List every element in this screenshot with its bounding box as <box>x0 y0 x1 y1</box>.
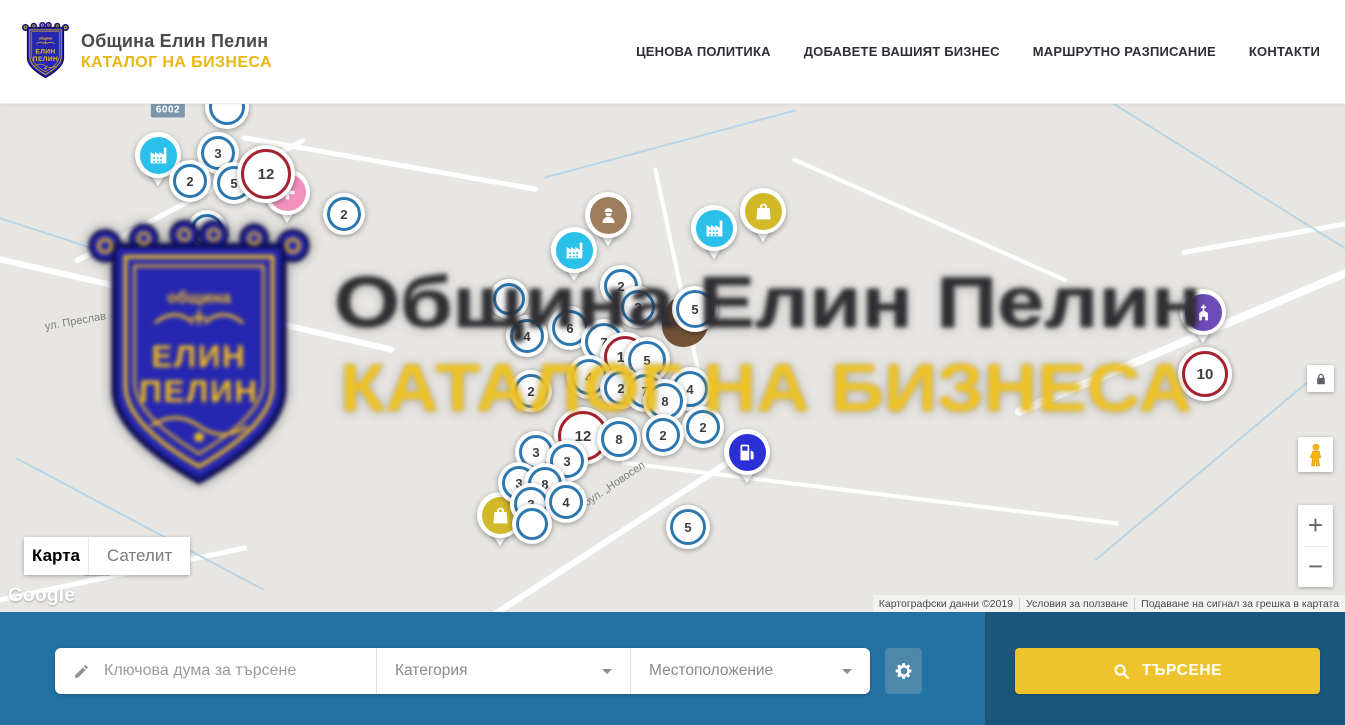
cluster-count <box>191 214 223 246</box>
cluster-marker[interactable]: 4 <box>545 481 587 523</box>
cluster-count: 3 <box>621 290 655 324</box>
main-nav: ЦЕНОВА ПОЛИТИКА ДОБАВЕТЕ ВАШИЯТ БИЗНЕС М… <box>636 0 1320 103</box>
cluster-count: 2 <box>646 418 680 452</box>
header: община ЕЛИНПЕЛИН Община Елин Пелин КАТАЛО… <box>0 0 1345 104</box>
factory-pin-marker[interactable] <box>691 205 737 271</box>
cluster-count: 2 <box>327 197 361 231</box>
cluster-marker[interactable]: 2 <box>642 414 684 456</box>
advanced-settings-button[interactable] <box>885 648 922 694</box>
cluster-marker[interactable]: 5 <box>666 505 710 549</box>
cluster-count: 5 <box>670 509 706 545</box>
gear-icon <box>894 661 914 681</box>
lock-button[interactable] <box>1307 365 1334 392</box>
cluster-count <box>209 103 245 125</box>
cluster-count: 5 <box>676 290 714 328</box>
attribution-report-link[interactable]: Подаване на сигнал за грешка в картата <box>1134 598 1345 610</box>
church-icon <box>1193 302 1214 323</box>
cluster-count: 8 <box>601 421 637 457</box>
svg-text:ЕЛИН: ЕЛИН <box>35 48 55 55</box>
cluster-marker[interactable]: 10 <box>1178 347 1232 401</box>
chevron-down-icon <box>602 669 612 674</box>
map-attribution: Картографски данни ©2019 Условия за полз… <box>873 595 1345 612</box>
cluster-marker[interactable]: 2 <box>510 370 552 412</box>
cluster-marker[interactable] <box>489 279 529 319</box>
location-select[interactable]: Местоположение <box>630 648 870 694</box>
church-pin-marker[interactable] <box>1180 289 1226 355</box>
cluster-count: 10 <box>1182 351 1228 397</box>
keyword-field <box>55 648 376 694</box>
cluster-count: 2 <box>686 410 720 444</box>
cluster-count: 2 <box>173 164 207 198</box>
cluster-count <box>516 508 548 540</box>
cluster-marker[interactable]: 2 <box>323 193 365 235</box>
map-type-control: Карта Сателит <box>24 537 190 575</box>
factory-icon <box>148 145 169 166</box>
factory-icon <box>564 240 585 261</box>
cluster-count: 2 <box>514 374 548 408</box>
cluster-marker[interactable]: 8 <box>597 417 641 461</box>
logo-text: Община Елин Пелин КАТАЛОГ НА БИЗНЕСА <box>81 31 272 72</box>
bag-pin-marker[interactable] <box>740 188 786 254</box>
nav-item-schedule[interactable]: МАРШРУТНО РАЗПИСАНИЕ <box>1033 44 1216 59</box>
search-icon <box>1113 663 1130 680</box>
zoom-out-button[interactable]: − <box>1298 547 1333 588</box>
map-canvas[interactable]: 6002105ул. Преславбул. „Новосел 32512223… <box>0 103 1345 612</box>
search-field-group: Категория Местоположение <box>55 648 870 694</box>
nav-item-add-business[interactable]: ДОБАВЕТЕ ВАШИЯТ БИЗНЕС <box>804 44 1000 59</box>
nav-item-pricing[interactable]: ЦЕНОВА ПОЛИТИКА <box>636 44 771 59</box>
attribution-terms-link[interactable]: Условия за ползване <box>1019 598 1134 610</box>
factory-pin-marker[interactable] <box>551 227 597 293</box>
bag-icon <box>753 201 774 222</box>
fuel-icon <box>737 442 758 463</box>
map-type-map-button[interactable]: Карта <box>24 537 89 575</box>
cluster-marker[interactable]: 2 <box>169 160 211 202</box>
pegman-button[interactable] <box>1298 437 1333 472</box>
search-submit-button[interactable]: ТЪРСЕНЕ <box>1015 648 1320 694</box>
logo-title: Община Елин Пелин <box>81 31 272 52</box>
factory-icon <box>704 218 725 239</box>
cluster-marker[interactable]: 12 <box>237 145 295 203</box>
zoom-control: + − <box>1298 505 1333 587</box>
attribution-copyright: Картографски данни ©2019 <box>873 598 1019 610</box>
lock-icon <box>1314 372 1328 386</box>
category-select[interactable]: Категория <box>376 648 630 694</box>
cluster-marker[interactable]: 2 <box>682 406 724 448</box>
pencil-icon <box>73 663 90 680</box>
svg-text:ПЕЛИН: ПЕЛИН <box>33 56 58 63</box>
cluster-marker[interactable] <box>187 210 227 250</box>
cluster-marker[interactable] <box>512 504 552 544</box>
logo-subtitle: КАТАЛОГ НА БИЗНЕСА <box>81 54 272 72</box>
cluster-count: 12 <box>241 149 291 199</box>
cluster-marker[interactable]: 4 <box>506 315 548 357</box>
bag-icon <box>490 505 511 526</box>
pegman-icon <box>1305 443 1327 467</box>
cluster-marker[interactable] <box>205 103 249 129</box>
cluster-marker[interactable]: 3 <box>617 286 659 328</box>
map-type-satellite-button[interactable]: Сателит <box>89 537 190 575</box>
google-logo[interactable]: Google <box>8 585 75 607</box>
municipality-crest-icon: община ЕЛИНПЕЛИН <box>22 22 69 81</box>
search-section: Категория Местоположение ТЪРСЕНЕ <box>0 612 1345 725</box>
nav-item-contacts[interactable]: КОНТАКТИ <box>1249 44 1320 59</box>
location-select-value: Местоположение <box>631 662 773 680</box>
fuel-pin-marker[interactable] <box>724 429 770 495</box>
markers-layer: 32512223564713542274821282333834510 <box>0 103 1345 612</box>
cluster-marker[interactable]: 5 <box>672 286 718 332</box>
worker-icon <box>598 205 619 226</box>
keyword-input[interactable] <box>102 661 376 681</box>
cluster-count <box>493 283 525 315</box>
cluster-count: 4 <box>510 319 544 353</box>
page: община ЕЛИНПЕЛИН Община Елин Пелин КАТАЛО… <box>0 0 1345 725</box>
site-logo[interactable]: община ЕЛИНПЕЛИН Община Елин Пелин КАТАЛО… <box>22 22 272 81</box>
category-select-value: Категория <box>377 662 467 680</box>
cluster-count: 4 <box>549 485 583 519</box>
chevron-down-icon <box>842 669 852 674</box>
zoom-in-button[interactable]: + <box>1298 505 1333 546</box>
svg-text:община: община <box>39 37 53 41</box>
search-submit-label: ТЪРСЕНЕ <box>1142 662 1222 680</box>
